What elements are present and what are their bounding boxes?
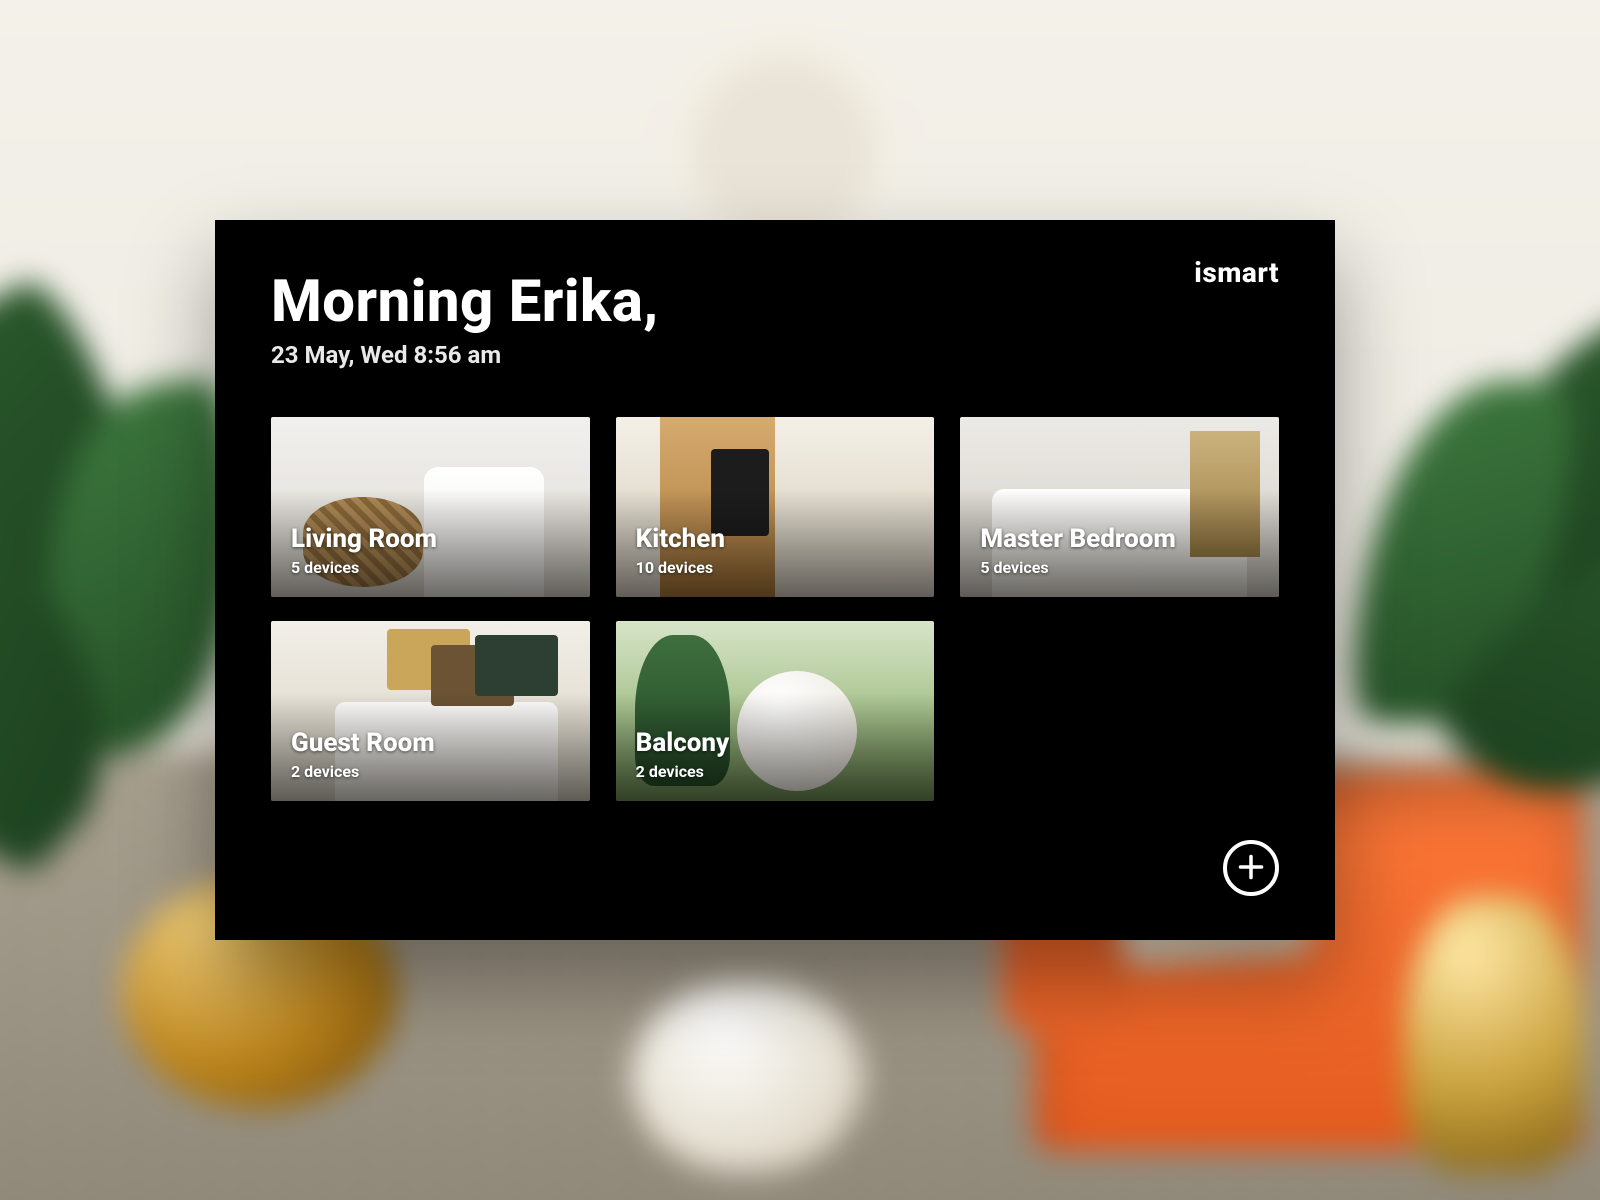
datetime-label: 23 May, Wed 8:56 am (271, 341, 1279, 369)
room-device-count: 2 devices (636, 762, 730, 781)
room-name: Kitchen (636, 524, 725, 554)
greeting-title: Morning Erika, (271, 272, 1279, 333)
room-card-living-room[interactable]: Living Room 5 devices (271, 417, 590, 597)
room-card-balcony[interactable]: Balcony 2 devices (616, 621, 935, 801)
dashboard-panel: ismart Morning Erika, 23 May, Wed 8:56 a… (215, 220, 1335, 940)
plus-icon (1237, 853, 1265, 884)
room-name: Master Bedroom (980, 524, 1176, 554)
room-name: Balcony (636, 728, 730, 758)
add-room-button[interactable] (1223, 840, 1279, 896)
brand-logo: ismart (1194, 256, 1279, 289)
room-card-guest-room[interactable]: Guest Room 2 devices (271, 621, 590, 801)
room-device-count: 10 devices (636, 558, 725, 577)
room-name: Guest Room (291, 728, 435, 758)
room-card-kitchen[interactable]: Kitchen 10 devices (616, 417, 935, 597)
room-name: Living Room (291, 524, 437, 554)
room-device-count: 5 devices (980, 558, 1176, 577)
rooms-grid: Living Room 5 devices Kitchen 10 devices… (271, 417, 1279, 801)
room-card-master-bedroom[interactable]: Master Bedroom 5 devices (960, 417, 1279, 597)
room-device-count: 2 devices (291, 762, 435, 781)
room-device-count: 5 devices (291, 558, 437, 577)
